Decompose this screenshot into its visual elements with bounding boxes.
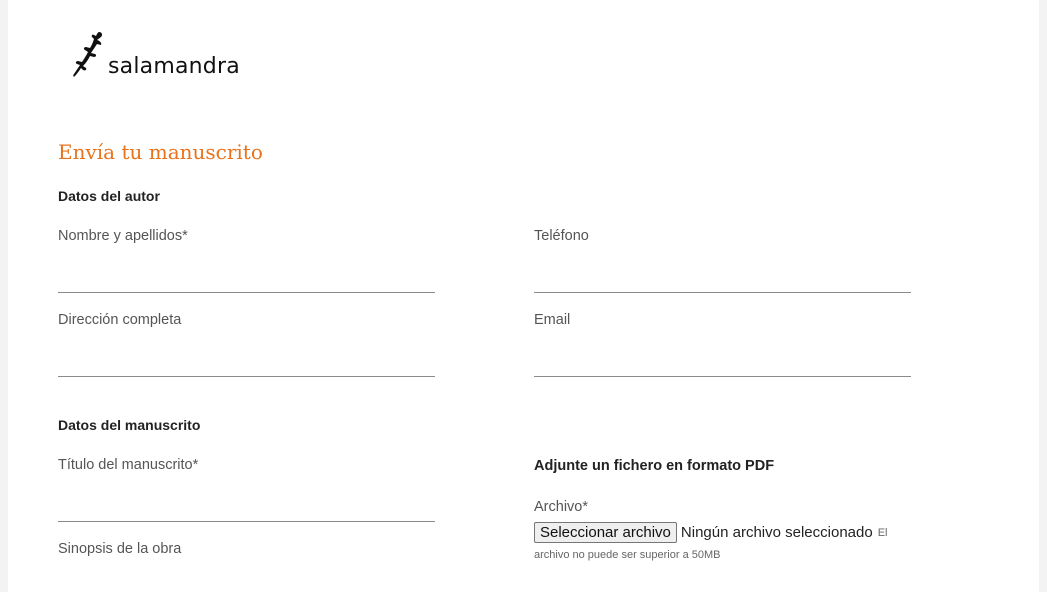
brand-name: salamandra xyxy=(108,54,240,79)
email-label: Email xyxy=(534,312,571,328)
manuscript-section-heading: Datos del manuscrito xyxy=(58,417,201,433)
file-hint-start: El xyxy=(877,526,888,539)
email-input[interactable] xyxy=(534,343,911,377)
name-label: Nombre y apellidos* xyxy=(58,228,188,244)
page: salamandra Envía tu manuscrito Datos del… xyxy=(8,0,1039,592)
name-input[interactable] xyxy=(58,259,435,293)
email-field: Email xyxy=(534,312,911,377)
file-input-row: Seleccionar archivo Ningún archivo selec… xyxy=(534,522,887,543)
name-field: Nombre y apellidos* xyxy=(58,228,435,293)
manuscript-title-label: Título del manuscrito* xyxy=(58,457,199,473)
address-field: Dirección completa xyxy=(58,312,435,377)
file-label: Archivo* xyxy=(534,499,588,515)
address-input[interactable] xyxy=(58,343,435,377)
attachment-heading: Adjunte un fichero en formato PDF xyxy=(534,458,775,474)
salamander-icon xyxy=(72,30,108,83)
author-section-heading: Datos del autor xyxy=(58,188,160,204)
phone-input[interactable] xyxy=(534,259,911,293)
manuscript-title-input[interactable] xyxy=(58,488,435,522)
synopsis-label: Sinopsis de la obra xyxy=(58,541,182,557)
phone-field: Teléfono xyxy=(534,228,911,293)
page-title: Envía tu manuscrito xyxy=(58,140,263,164)
manuscript-title-field: Título del manuscrito* xyxy=(58,457,435,522)
file-size-hint: archivo no puede ser superior a 50MB xyxy=(534,549,721,561)
file-status: Ningún archivo seleccionado xyxy=(680,524,873,541)
select-file-button[interactable]: Seleccionar archivo xyxy=(534,522,677,543)
address-label: Dirección completa xyxy=(58,312,182,328)
synopsis-field: Sinopsis de la obra xyxy=(58,541,435,557)
phone-label: Teléfono xyxy=(534,228,589,244)
brand-logo[interactable]: salamandra xyxy=(72,30,240,83)
